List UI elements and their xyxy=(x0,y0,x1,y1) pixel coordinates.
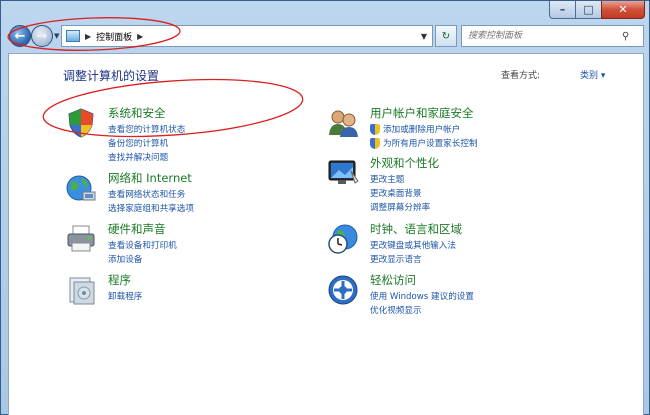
navigation-toolbar: ← → ▼ ▶ 控制面板 ▶ ▼ ↻ ⚲ xyxy=(1,22,649,50)
back-arrow-icon: ← xyxy=(14,28,26,44)
recent-pages-dropdown[interactable]: ▼ xyxy=(54,32,59,40)
link-uninstall-program[interactable]: 卸载程序 xyxy=(108,289,142,303)
category-appearance: 外观和个性化 更改主题 更改桌面背景 调整屏幕分辨率 xyxy=(327,155,587,215)
address-bar[interactable]: ▶ 控制面板 ▶ ▼ xyxy=(61,25,433,47)
category-network-internet: 网络和 Internet 查看网络状态和任务 选择家庭组和共享选项 xyxy=(65,170,325,220)
category-title[interactable]: 用户帐户和家庭安全 xyxy=(370,105,474,121)
back-button[interactable]: ← xyxy=(9,25,31,47)
link-change-keyboard-input[interactable]: 更改键盘或其他输入法 xyxy=(370,238,456,252)
minimize-button[interactable]: – xyxy=(549,1,575,19)
printer-hardware-icon xyxy=(67,225,95,252)
category-ease-of-access: 轻松访问 使用 Windows 建议的设置 优化视频显示 xyxy=(327,272,587,322)
uac-shield-icon xyxy=(370,123,380,135)
appearance-monitor-icon xyxy=(328,160,359,184)
refresh-button[interactable]: ↻ xyxy=(435,25,457,47)
category-title[interactable]: 时钟、语言和区域 xyxy=(370,221,462,237)
category-title[interactable]: 网络和 Internet xyxy=(108,170,192,186)
search-box[interactable]: ⚲ xyxy=(461,25,644,47)
link-view-network-status[interactable]: 查看网络状态和任务 xyxy=(108,187,194,201)
link-change-desktop-background[interactable]: 更改桌面背景 xyxy=(370,186,430,200)
link-devices-printers[interactable]: 查看设备和打印机 xyxy=(108,238,177,252)
programs-icon xyxy=(69,277,95,305)
refresh-icon: ↻ xyxy=(441,30,451,42)
link-screen-resolution[interactable]: 调整屏幕分辨率 xyxy=(370,200,430,214)
category-user-accounts: 用户帐户和家庭安全 添加或删除用户帐户 为所有用户设置家长控制 xyxy=(327,105,587,155)
category-title[interactable]: 轻松访问 xyxy=(370,272,416,288)
link-optimize-visual-display[interactable]: 优化视频显示 xyxy=(370,303,474,317)
category-clock-language-region: 时钟、语言和区域 更改键盘或其他输入法 更改显示语言 xyxy=(327,221,587,271)
search-input[interactable] xyxy=(462,27,622,45)
breadcrumb-chevron-icon[interactable]: ▶ xyxy=(137,32,143,41)
maximize-button[interactable]: □ xyxy=(575,1,601,19)
breadcrumb-control-panel[interactable]: 控制面板 xyxy=(96,30,132,43)
link-change-display-language[interactable]: 更改显示语言 xyxy=(370,252,456,266)
control-panel-icon xyxy=(66,30,80,42)
category-programs: 程序 卸载程序 xyxy=(65,272,325,312)
category-title[interactable]: 程序 xyxy=(108,272,131,288)
breadcrumb-chevron-icon[interactable]: ▶ xyxy=(85,32,91,41)
address-dropdown-icon[interactable]: ▼ xyxy=(416,26,432,46)
search-icon[interactable]: ⚲ xyxy=(622,31,636,42)
link-add-device[interactable]: 添加设备 xyxy=(108,252,177,266)
view-by-label: 查看方式: xyxy=(501,71,541,81)
network-globe-icon xyxy=(66,175,96,201)
category-title[interactable]: 系统和安全 xyxy=(108,105,166,121)
uac-shield-icon xyxy=(370,137,380,149)
link-add-remove-accounts[interactable]: 添加或删除用户帐户 xyxy=(370,122,478,136)
user-accounts-icon xyxy=(329,110,358,137)
clock-globe-icon xyxy=(328,224,358,254)
category-title[interactable]: 硬件和声音 xyxy=(108,221,166,237)
view-by-dropdown[interactable]: 类别 ▾ xyxy=(580,68,605,81)
window-caption-buttons: – □ ✕ xyxy=(549,1,645,19)
ease-of-access-icon xyxy=(328,275,358,305)
link-view-computer-status[interactable]: 查看您的计算机状态 xyxy=(108,122,185,136)
control-panel-content: 调整计算机的设置 查看方式: 类别 ▾ 系统和安全 查看您的计算机状态 备份您的… xyxy=(8,53,644,415)
close-button[interactable]: ✕ xyxy=(601,1,645,19)
link-homegroup-sharing[interactable]: 选择家庭组和共享选项 xyxy=(108,201,194,215)
link-find-fix-problems[interactable]: 查找并解决问题 xyxy=(108,150,185,164)
forward-button[interactable]: → xyxy=(31,25,53,47)
link-change-theme[interactable]: 更改主题 xyxy=(370,172,430,186)
forward-arrow-icon: → xyxy=(36,28,48,44)
system-security-icon xyxy=(68,108,94,138)
link-parental-controls[interactable]: 为所有用户设置家长控制 xyxy=(370,136,478,150)
category-hardware-sound: 硬件和声音 查看设备和打印机 添加设备 xyxy=(65,221,325,271)
link-windows-recommended-settings[interactable]: 使用 Windows 建议的设置 xyxy=(370,289,474,303)
category-system-security: 系统和安全 查看您的计算机状态 备份您的计算机 查找并解决问题 xyxy=(65,105,325,165)
control-panel-window: – □ ✕ ← → ▼ ▶ 控制面板 ▶ ▼ ↻ ⚲ 调整计算机的设置 查看方式… xyxy=(0,0,650,415)
page-title: 调整计算机的设置 xyxy=(63,69,160,83)
category-title[interactable]: 外观和个性化 xyxy=(370,155,439,171)
link-backup-computer[interactable]: 备份您的计算机 xyxy=(108,136,185,150)
